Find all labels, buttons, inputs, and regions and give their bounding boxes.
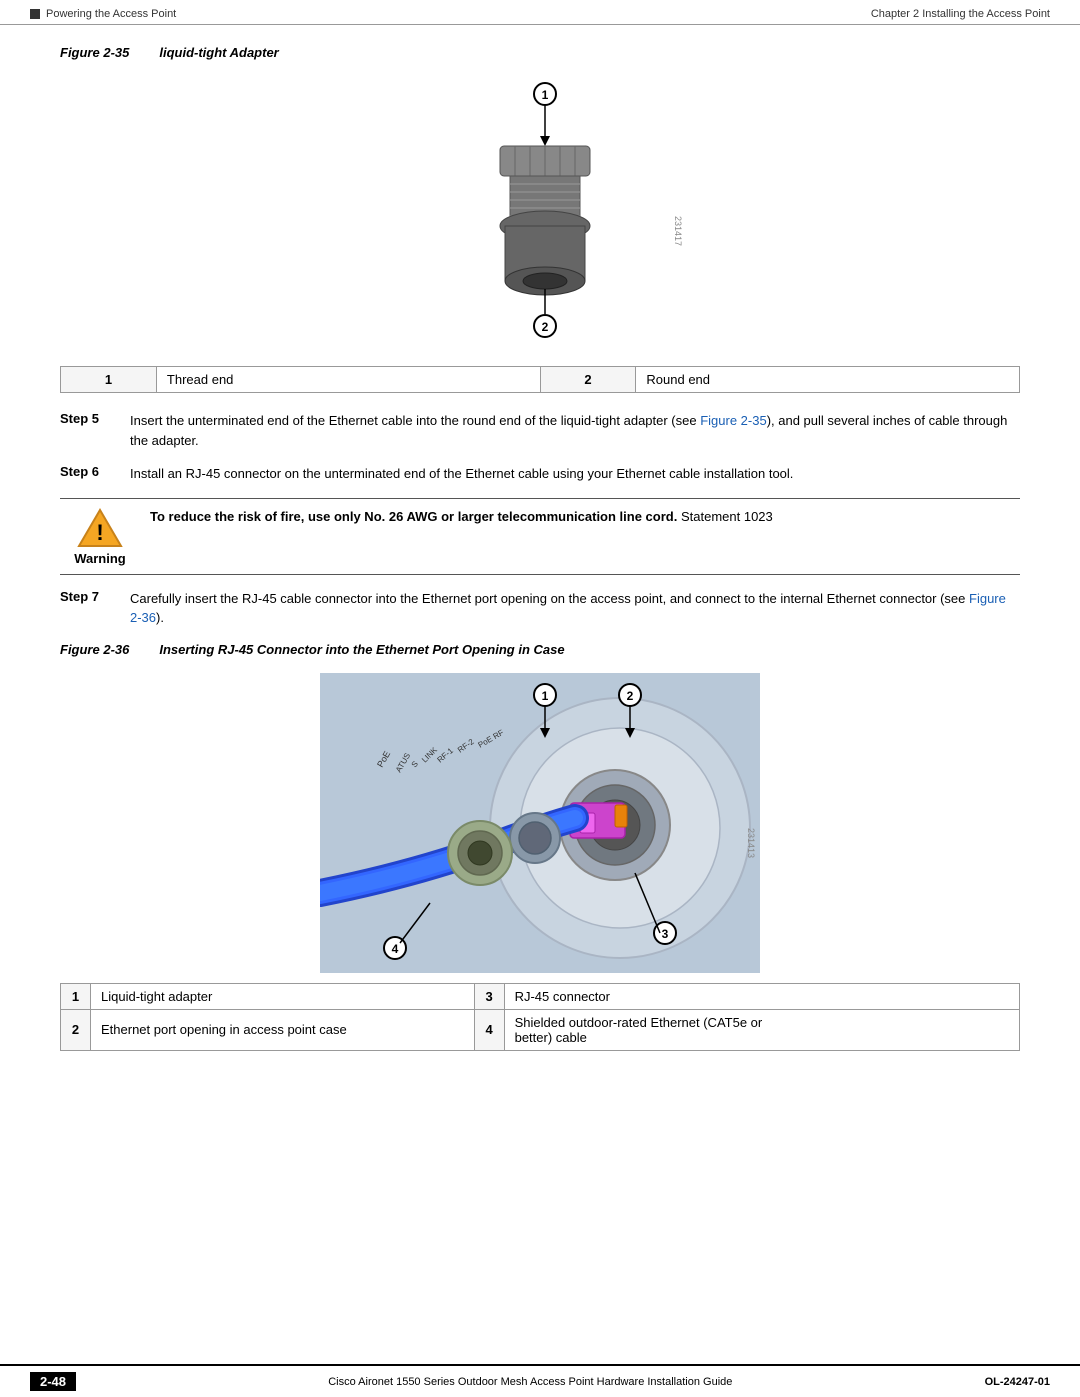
part2-4-num: 4: [474, 1009, 504, 1050]
warning-text: To reduce the risk of fire, use only No.…: [150, 507, 773, 527]
figure-36-label: Figure 2-36: [60, 642, 129, 657]
part2-3-label: RJ-45 connector: [504, 983, 1019, 1009]
part2-4-label: Shielded outdoor-rated Ethernet (CAT5e o…: [504, 1009, 1019, 1050]
svg-text:231417: 231417: [673, 216, 683, 246]
warning-bold-text: To reduce the risk of fire, use only No.…: [150, 509, 677, 524]
step-6-row: Step 6 Install an RJ-45 connector on the…: [60, 464, 1020, 484]
warning-icon-area: ! Warning: [60, 507, 140, 566]
step-5-row: Step 5 Insert the unterminated end of th…: [60, 411, 1020, 450]
part2-1-num: 1: [61, 983, 91, 1009]
part1-label: Thread end: [156, 367, 540, 393]
warning-statement: Statement 1023: [681, 509, 773, 524]
svg-text:2: 2: [627, 689, 634, 703]
step-7-row: Step 7 Carefully insert the RJ-45 cable …: [60, 589, 1020, 628]
part2-label: Round end: [636, 367, 1020, 393]
figure-36-title: Inserting RJ-45 Connector into the Ether…: [159, 642, 564, 657]
section-indicator-icon: [30, 9, 40, 19]
part2-3-num: 3: [474, 983, 504, 1009]
figure-35-caption-line: Figure 2-35 liquid-tight Adapter: [60, 45, 1020, 60]
part2-1-label: Liquid-tight adapter: [91, 983, 475, 1009]
parts-table-1: 1 Thread end 2 Round end: [60, 366, 1020, 393]
footer-doc-number: OL-24247-01: [985, 1376, 1050, 1388]
warning-label: Warning: [74, 551, 126, 566]
header-section-label: Powering the Access Point: [46, 8, 176, 20]
svg-text:2: 2: [542, 320, 549, 334]
figure-35-link[interactable]: Figure 2-35: [700, 413, 766, 428]
step-5-text: Insert the unterminated end of the Ether…: [130, 411, 1020, 450]
page-header: Powering the Access Point Chapter 2 Inst…: [0, 0, 1080, 25]
part2-2-num: 2: [61, 1009, 91, 1050]
step-6-label: Step 6: [60, 464, 120, 479]
figure-35-imgbox: 1: [390, 76, 690, 356]
main-content: Figure 2-35 liquid-tight Adapter 1: [0, 25, 1080, 1091]
step-7-text: Carefully insert the RJ-45 cable connect…: [130, 589, 1020, 628]
svg-text:1: 1: [542, 689, 549, 703]
svg-text:!: !: [96, 520, 103, 545]
step-6-text: Install an RJ-45 connector on the unterm…: [130, 464, 793, 484]
figure-35-title: liquid-tight Adapter: [159, 45, 278, 60]
page-footer: 2-48 Cisco Aironet 1550 Series Outdoor M…: [0, 1364, 1080, 1397]
figure-36-svg: 1 2 3 4 PoE ATUS S LINK RF-1 RF-2 PoE RF: [320, 673, 760, 973]
figure-35-container: 1: [60, 76, 1020, 356]
svg-text:3: 3: [662, 927, 669, 941]
page-number: 2-48: [30, 1372, 76, 1391]
figure-35-svg: 1: [390, 76, 690, 341]
figure-36-link[interactable]: Figure 2-36: [130, 591, 1006, 626]
svg-text:1: 1: [542, 88, 549, 102]
part1-num: 1: [61, 367, 157, 393]
svg-text:231413: 231413: [746, 828, 756, 858]
figure-36-caption-line: Figure 2-36 Inserting RJ-45 Connector in…: [60, 642, 1020, 657]
header-chapter-label: Chapter 2 Installing the Access Point: [871, 8, 1050, 20]
footer-center-text: Cisco Aironet 1550 Series Outdoor Mesh A…: [328, 1376, 732, 1388]
step-7-label: Step 7: [60, 589, 120, 604]
part2-2-label: Ethernet port opening in access point ca…: [91, 1009, 475, 1050]
header-left: Powering the Access Point: [30, 8, 176, 20]
parts-table-2: 1 Liquid-tight adapter 3 RJ-45 connector…: [60, 983, 1020, 1051]
figure-36-container: 1 2 3 4 PoE ATUS S LINK RF-1 RF-2 PoE RF: [60, 673, 1020, 973]
warning-triangle-icon: !: [76, 507, 124, 549]
warning-row: ! Warning To reduce the risk of fire, us…: [60, 498, 1020, 575]
part2-num: 2: [540, 367, 636, 393]
figure-35-label: Figure 2-35: [60, 45, 129, 60]
svg-text:4: 4: [392, 942, 399, 956]
step-5-label: Step 5: [60, 411, 120, 426]
